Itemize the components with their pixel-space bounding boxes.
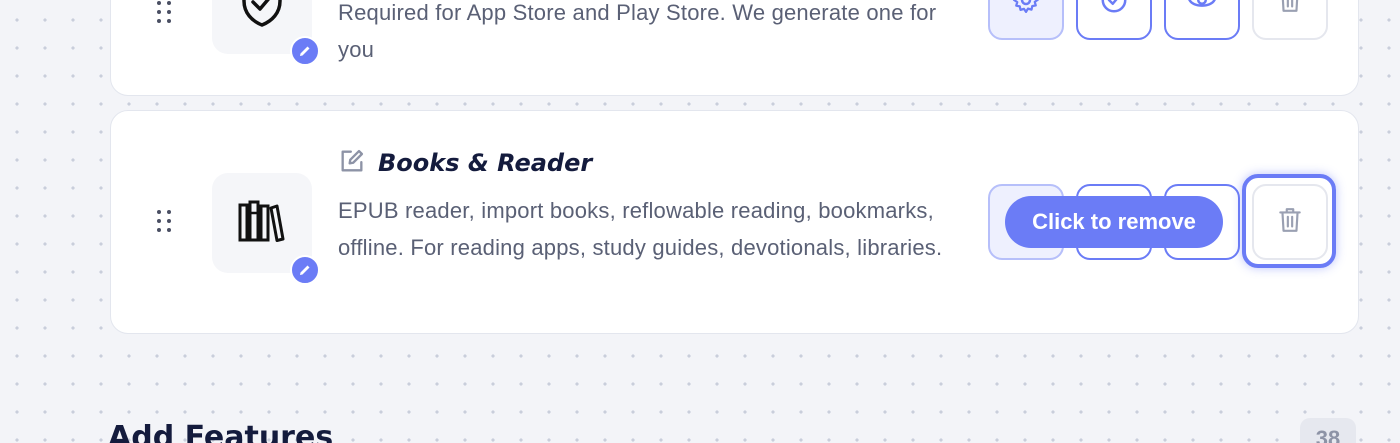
feature-description: Required for App Store and Play Store. W… — [338, 0, 937, 62]
feature-description: EPUB reader, import books, reflowable re… — [338, 198, 943, 260]
books-icon — [237, 199, 287, 247]
drag-handle[interactable] — [157, 1, 171, 23]
preview-button[interactable] — [1164, 0, 1240, 40]
edit-icon-badge[interactable] — [290, 36, 320, 66]
feature-title: Books & Reader — [378, 149, 593, 177]
shield-check-icon — [240, 0, 284, 31]
drag-handle[interactable] — [157, 210, 171, 232]
edit-icon-badge[interactable] — [290, 255, 320, 285]
delete-button[interactable] — [1252, 0, 1328, 40]
add-features-heading: Add Features — [108, 420, 334, 443]
delete-button-focus-ring — [1242, 174, 1336, 268]
settings-button[interactable] — [988, 0, 1064, 40]
feature-icon-box — [212, 173, 320, 285]
check-circle-icon — [1099, 0, 1129, 19]
trash-icon — [1277, 0, 1303, 18]
settings-icon — [1011, 0, 1041, 19]
eye-icon — [1187, 0, 1217, 19]
enable-button[interactable] — [1076, 0, 1152, 40]
feature-count-badge: 38 — [1300, 418, 1356, 443]
remove-tooltip: Click to remove — [1005, 196, 1223, 248]
feature-card: Books & Reader EPUB reader, import books… — [110, 110, 1359, 334]
feature-card: Required for App Store and Play Store. W… — [110, 0, 1359, 96]
feature-icon-box — [212, 0, 320, 66]
edit-title-icon[interactable] — [338, 147, 366, 179]
feature-title-row: Books & Reader — [338, 147, 592, 179]
